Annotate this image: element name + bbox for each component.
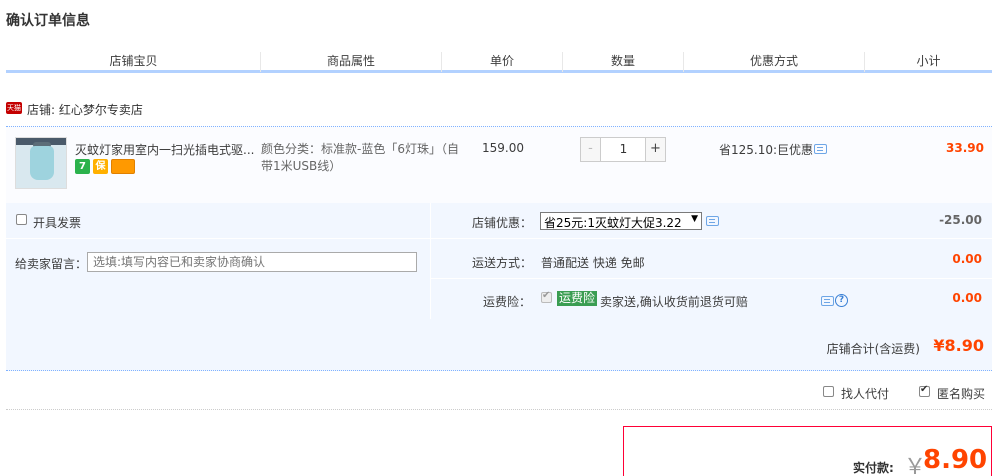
quantity-decrease-button[interactable]: -: [581, 138, 601, 161]
proxy-pay-checkbox[interactable]: [823, 386, 834, 397]
guarantee-icon[interactable]: 保: [93, 159, 108, 174]
product-attributes: 颜色分类：标准款-蓝色「6灯珠」（自带1米USB线）: [261, 142, 459, 173]
insurance-text: 卖家送,确认收货前退货可赔: [600, 295, 748, 309]
col-header-attributes: 商品属性: [326, 54, 375, 68]
shop-discount-label: 店铺优惠：: [472, 216, 533, 230]
col-header-unit-price: 单价: [489, 54, 514, 68]
shipping-method: 普通配送 快递 免邮: [541, 256, 645, 270]
lamp-body: [30, 146, 54, 180]
payment-amount: 8.90: [923, 445, 988, 475]
shop-total-value: ¥8.90: [933, 336, 984, 355]
col-header-discount: 优惠方式: [749, 54, 798, 68]
payment-label: 实付款:: [853, 461, 894, 475]
col-header-shop-item: 店铺宝贝: [109, 54, 158, 68]
seven-day-return-icon[interactable]: 7: [75, 159, 90, 174]
invoice-label: 开具发票: [33, 216, 82, 230]
shop-total-row: 店铺合计(含运费) ¥8.90: [6, 319, 992, 371]
order-table-header: 店铺宝贝 商品属性 单价 数量 优惠方式 小计: [6, 48, 992, 73]
help-icon[interactable]: ?: [835, 294, 848, 307]
quantity-input[interactable]: 1: [602, 138, 645, 161]
insurance-chat-icon[interactable]: [821, 296, 834, 306]
unit-price: 159.00: [482, 141, 524, 155]
col-header-quantity: 数量: [610, 54, 635, 68]
shipping-price: 0.00: [952, 252, 982, 266]
product-thumbnail[interactable]: [15, 137, 67, 189]
anonymous-checkbox[interactable]: [919, 384, 930, 397]
quantity-increase-button[interactable]: +: [645, 138, 665, 161]
anonymous-label: 匿名购买: [937, 387, 986, 401]
col-header-subtotal: 小计: [916, 54, 941, 68]
discount-chat-icon[interactable]: [706, 216, 719, 226]
message-label: 给卖家留言：: [15, 257, 88, 271]
row-divider: [431, 278, 992, 279]
shipping-label: 运送方式：: [472, 256, 533, 270]
quantity-stepper: - 1 +: [580, 137, 666, 162]
invoice-checkbox[interactable]: [16, 214, 27, 225]
dropdown-arrow-icon: ▼: [691, 214, 698, 224]
promo-chat-icon[interactable]: [814, 144, 827, 154]
insurance-badge: 运费险: [557, 291, 598, 306]
insurance-price: 0.00: [952, 291, 982, 305]
product-title-link[interactable]: 灭蚊灯家用室内一扫光插电式驱...: [75, 141, 257, 158]
insurance-checkbox[interactable]: [541, 290, 552, 303]
shop-discount-selected: 省25元:1灭蚊灯大促3.22: [544, 216, 682, 230]
shop-total-label: 店铺合计(含运费): [826, 342, 920, 356]
row-divider: [6, 238, 992, 239]
payment-summary: 实付款: ￥ 8.90: [623, 426, 992, 476]
tmall-icon: 天猫: [6, 102, 22, 114]
section-divider: [6, 409, 992, 410]
shop-discount-value: -25.00: [939, 213, 982, 227]
proxy-pay-label: 找人代付: [841, 387, 890, 401]
promotion-text: 省125.10:巨优惠: [719, 143, 814, 157]
item-subtotal: 33.90: [946, 141, 984, 155]
message-input[interactable]: [87, 252, 417, 272]
page-title: 确认订单信息: [6, 13, 90, 29]
shop-discount-select[interactable]: 省25元:1灭蚊灯大促3.22 ▼: [540, 212, 702, 230]
order-item-row: 灭蚊灯家用室内一扫光插电式驱... 7 保 颜色分类：标准款-蓝色「6灯珠」（自…: [6, 126, 992, 203]
shop-name-link[interactable]: 店铺: 红心梦尔专卖店: [27, 101, 143, 118]
insurance-label: 运费险：: [483, 295, 532, 309]
credit-card-icon[interactable]: [111, 159, 135, 174]
panel-divider: [430, 203, 431, 319]
order-options-panel: 开具发票 给卖家留言： 店铺优惠： 省25元:1灭蚊灯大促3.22 ▼ -25.…: [6, 203, 992, 319]
